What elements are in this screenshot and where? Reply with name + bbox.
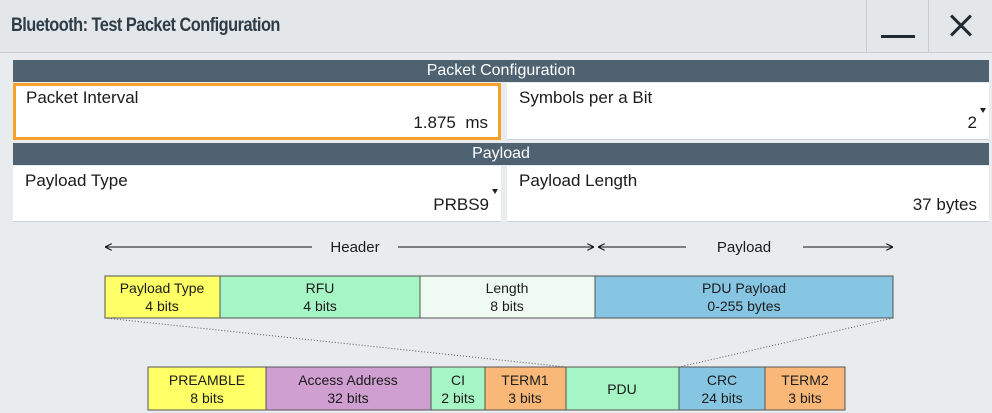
- expansion-line-left: [104, 317, 567, 368]
- packet-field-pdu: PDU: [565, 366, 680, 411]
- expansion-line-right: [678, 317, 894, 368]
- symbols-per-bit-field[interactable]: Symbols per a Bit 2: [507, 83, 989, 140]
- svg-text:3 bits: 3 bits: [788, 390, 821, 406]
- svg-text:TERM1: TERM1: [501, 372, 549, 388]
- svg-text:24 bits: 24 bits: [701, 390, 742, 406]
- minimize-icon: [881, 35, 915, 38]
- packet-field-access-address: Access Address 32 bits: [265, 366, 432, 411]
- pdu-field-pdu-payload: PDU Payload 0-255 bytes: [594, 275, 894, 319]
- payload-type-value: PRBS9: [433, 195, 489, 214]
- title-bar: Bluetooth: Test Packet Configuration: [0, 0, 992, 53]
- svg-text:PDU: PDU: [607, 381, 637, 397]
- chevron-down-icon: [492, 189, 498, 194]
- payload-header: Payload: [13, 143, 989, 165]
- window-title: Bluetooth: Test Packet Configuration: [11, 15, 280, 36]
- payload-span-label: Payload: [717, 239, 771, 256]
- svg-text:4 bits: 4 bits: [145, 298, 178, 314]
- pdu-field-rfu: RFU 4 bits: [219, 275, 421, 319]
- payload-length-field[interactable]: Payload Length 37 bytes: [507, 166, 989, 222]
- svg-text:CI: CI: [451, 372, 465, 388]
- chevron-down-icon: [980, 108, 986, 113]
- svg-text:8 bits: 8 bits: [490, 298, 523, 314]
- svg-text:Access Address: Access Address: [298, 372, 398, 388]
- symbols-per-bit-value: 2: [967, 113, 977, 132]
- payload-type-field[interactable]: Payload Type PRBS9: [13, 166, 501, 222]
- packet-interval-label: Packet Interval: [26, 88, 139, 107]
- svg-text:PDU Payload: PDU Payload: [702, 280, 786, 296]
- svg-text:TERM2: TERM2: [781, 372, 829, 388]
- svg-text:8 bits: 8 bits: [190, 390, 223, 406]
- packet-field-crc: CRC 24 bits: [678, 366, 766, 411]
- symbols-per-bit-label: Symbols per a Bit: [519, 88, 653, 107]
- packet-configuration-header: Packet Configuration: [13, 60, 989, 82]
- pdu-field-row: Payload Type 4 bits RFU 4 bits Length 8 …: [104, 275, 894, 319]
- svg-text:CRC: CRC: [707, 372, 737, 388]
- svg-text:4 bits: 4 bits: [303, 298, 336, 314]
- pdu-field-payload-type: Payload Type 4 bits: [104, 275, 221, 319]
- packet-field-term1: TERM1 3 bits: [484, 366, 567, 411]
- packet-interval-field[interactable]: Packet Interval 1.875 ms: [13, 83, 501, 140]
- packet-field-ci: CI 2 bits: [430, 366, 486, 411]
- svg-text:0-255 bytes: 0-255 bytes: [707, 298, 780, 314]
- payload-length-label: Payload Length: [519, 171, 638, 190]
- payload-type-label: Payload Type: [25, 171, 128, 190]
- svg-text:32 bits: 32 bits: [327, 390, 368, 406]
- packet-field-term2: TERM2 3 bits: [764, 366, 846, 411]
- pdu-field-length: Length 8 bits: [419, 275, 596, 319]
- packet-field-row: PREAMBLE 8 bits Access Address 32 bits C…: [147, 366, 846, 411]
- svg-text:3 bits: 3 bits: [508, 390, 541, 406]
- packet-structure-diagram: Header Payload Payload Type 4 bits RFU 4…: [104, 239, 894, 411]
- svg-text:2 bits: 2 bits: [441, 390, 474, 406]
- svg-text:RFU: RFU: [306, 280, 335, 296]
- packet-interval-value: 1.875 ms: [413, 113, 488, 132]
- svg-text:Length: Length: [486, 280, 529, 296]
- payload-length-value: 37 bytes: [912, 195, 977, 214]
- minimize-button[interactable]: [866, 0, 928, 52]
- svg-text:PREAMBLE: PREAMBLE: [169, 372, 245, 388]
- close-button[interactable]: [928, 0, 990, 52]
- svg-text:Payload Type: Payload Type: [120, 280, 205, 296]
- header-span: Header: [105, 239, 594, 256]
- packet-field-preamble: PREAMBLE 8 bits: [147, 366, 267, 411]
- header-span-label: Header: [330, 239, 379, 256]
- payload-span: Payload: [598, 239, 893, 256]
